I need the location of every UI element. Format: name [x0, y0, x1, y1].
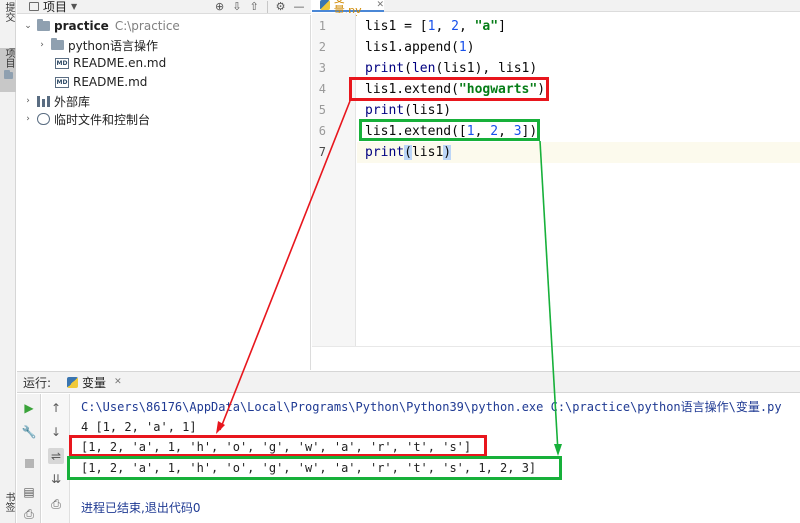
arrow-down-icon[interactable]: ↓ [48, 424, 64, 440]
python-file-icon [67, 376, 79, 388]
project-panel-tools: ⊕ ⇩ ⇧ ⚙ — [215, 0, 305, 14]
editor-tab-bar: 变量.py ✕ [312, 0, 800, 17]
scratch-icon [37, 113, 50, 125]
left-tool-strip: 提交 项目 书签 [0, 0, 16, 523]
code-editor[interactable]: lis1 = [1, 2, "a"] lis1.append(1) print(… [357, 13, 800, 346]
code-line-1: lis1 = [1, 2, "a"] [365, 19, 506, 34]
soft-wrap-icon[interactable]: ⇌ [48, 448, 64, 464]
commit-tool-tab[interactable]: 提交 [0, 2, 16, 30]
commit-tab-label: 提交 [3, 2, 14, 22]
gear-icon[interactable]: ⚙ [276, 0, 286, 14]
library-icon [37, 95, 50, 107]
run-tab-bianliang[interactable]: 变量 ✕ [67, 374, 122, 391]
line-number: 5 [318, 103, 326, 117]
folder-icon [37, 19, 50, 31]
tree-item-label: practice [54, 19, 109, 33]
annotation-box-red-output [69, 435, 487, 457]
stop-icon[interactable] [21, 455, 37, 471]
line-number-gutter: 1 2 3 4 5 6 7 [312, 13, 356, 346]
tree-item-python-folder[interactable]: › python语言操作 [37, 36, 158, 54]
folder-icon [51, 38, 64, 50]
tree-item-path: C:\practice [114, 19, 180, 33]
collapse-all-icon[interactable]: ⇧ [249, 0, 258, 14]
run-panel-header: 运行: 变量 ✕ [17, 371, 800, 393]
annotation-box-green-code [359, 119, 540, 141]
editor-tab-bianliang[interactable]: 变量.py ✕ [312, 0, 384, 17]
run-toolbar-primary: ▶ 🔧 ▤ ⎙ [17, 394, 41, 523]
chevron-down-icon[interactable]: ⌄ [23, 21, 33, 31]
print-icon[interactable]: ⎙ [48, 496, 64, 512]
annotation-box-red-code [349, 77, 549, 101]
python-file-icon [320, 0, 330, 10]
close-icon[interactable]: ✕ [114, 377, 122, 387]
tree-item-label: README.en.md [73, 56, 167, 70]
tree-item-label: 临时文件和控制台 [54, 112, 151, 127]
tree-item-readme[interactable]: MD README.md [51, 73, 147, 91]
scroll-end-icon[interactable]: ⇊ [48, 471, 64, 487]
line-number: 6 [318, 124, 326, 138]
tree-item-label: README.md [73, 75, 148, 89]
project-tab-label: 项目 [3, 48, 14, 68]
editor-bottom-area [312, 346, 800, 369]
line-number: 1 [318, 19, 326, 33]
code-line-2: lis1.append(1) [365, 40, 475, 55]
tree-item-label: 外部库 [54, 94, 91, 109]
toolbar-separator [266, 1, 268, 13]
console-exit-line: 进程已结束,退出代码0 [81, 501, 201, 515]
bookmarks-tab-label: 书签 [3, 492, 14, 512]
line-number: 2 [318, 40, 326, 54]
print-icon[interactable]: ⎙ [21, 506, 37, 522]
project-panel-header: 项目 ▼ ⊕ ⇩ ⇧ ⚙ — [17, 0, 311, 14]
project-panel-title[interactable]: 项目 [43, 0, 67, 14]
code-line-3: print(len(lis1), lis1) [365, 61, 538, 76]
project-tree: ⌄ practice C:\practice › python语言操作 MD R… [17, 15, 311, 370]
bookmarks-tool-tab[interactable]: 书签 [0, 492, 16, 522]
tree-item-scratches[interactable]: › 临时文件和控制台 [23, 110, 150, 128]
layout-icon[interactable]: ▤ [21, 484, 37, 500]
chevron-right-icon[interactable]: › [37, 40, 47, 50]
expand-all-icon[interactable]: ⇩ [232, 0, 241, 14]
code-line-5: print(lis1) [365, 103, 452, 118]
folder-icon [3, 70, 13, 79]
project-view-icon [29, 2, 39, 11]
run-toolbar-secondary: ↑ ↓ ⇌ ⇊ ⎙ [42, 394, 70, 523]
markdown-file-icon: MD [55, 57, 69, 69]
line-number-current: 7 [318, 145, 326, 159]
locate-icon[interactable]: ⊕ [215, 0, 224, 14]
project-tool-tab[interactable]: 项目 [0, 48, 16, 92]
run-icon[interactable]: ▶ [21, 400, 37, 416]
tree-item-external-libs[interactable]: › 外部库 [23, 92, 90, 110]
chevron-down-icon[interactable]: ▼ [71, 2, 77, 11]
wrench-icon[interactable]: 🔧 [21, 424, 37, 440]
tree-item-label: python语言操作 [68, 38, 158, 53]
chevron-right-icon[interactable]: › [23, 114, 33, 124]
close-icon[interactable]: ✕ [376, 0, 384, 10]
console-command-line: C:\Users\86176\AppData\Local\Programs\Py… [81, 400, 782, 414]
tree-item-readme-en[interactable]: MD README.en.md [51, 54, 166, 72]
run-tab-label: 变量 [82, 375, 107, 390]
line-number: 4 [318, 82, 326, 96]
annotation-box-green-output [67, 456, 562, 480]
console-output-line: 4 [1, 2, 'a', 1] [81, 420, 197, 434]
markdown-file-icon: MD [55, 76, 69, 88]
line-number: 3 [318, 61, 326, 75]
run-panel-label: 运行: [23, 375, 52, 390]
hide-icon[interactable]: — [294, 0, 305, 14]
chevron-right-icon[interactable]: › [23, 96, 33, 106]
code-line-7: print(lis1) [365, 145, 452, 160]
tree-item-practice[interactable]: ⌄ practice C:\practice [23, 17, 180, 35]
arrow-up-icon[interactable]: ↑ [48, 400, 64, 416]
